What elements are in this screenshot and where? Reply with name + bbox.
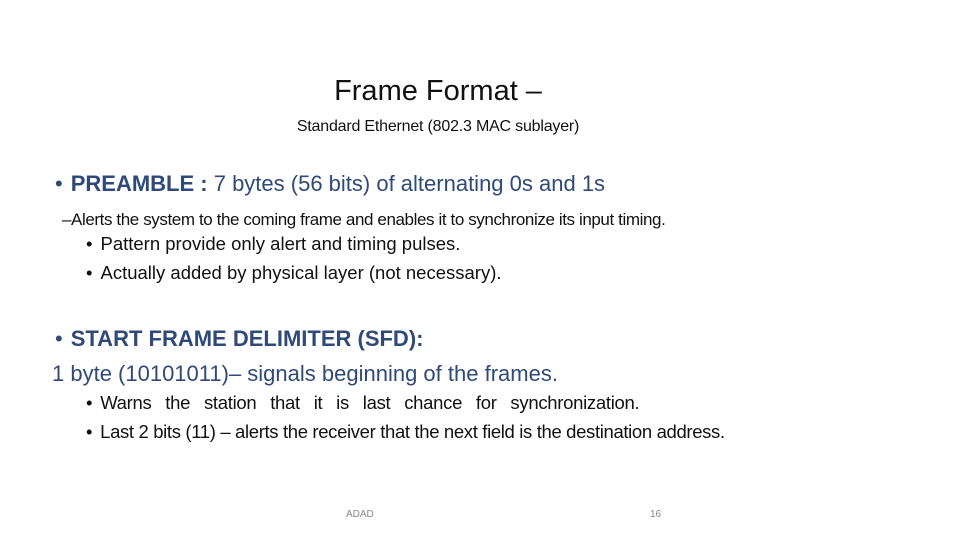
sfd-bullet: • START FRAME DELIMITER (SFD): (55, 326, 423, 352)
sfd-sub-item: • Last 2 bits (11) – alerts the receiver … (86, 421, 725, 443)
bullet-icon: • (86, 392, 93, 413)
preamble-sub-item: • Pattern provide only alert and timing p… (86, 233, 460, 255)
sub-item-text: Warns the station that it is last chance… (100, 392, 640, 413)
sfd-label: START FRAME DELIMITER (SFD): (70, 326, 424, 351)
slide-title: Frame Format – (334, 75, 542, 107)
sfd-sub-item: • Warns the station that it is last chanc… (86, 392, 640, 414)
sfd-text: 1 byte (10101011)– signals beginning of … (52, 361, 558, 386)
preamble-label: PREAMBLE : (70, 171, 208, 196)
preamble-note: –Alerts the system to the coming frame a… (62, 210, 666, 229)
bullet-icon: • (55, 171, 63, 196)
sub-item-text: Last 2 bits (11) – alerts the receiver t… (100, 421, 725, 442)
preamble-bullet: • PREAMBLE : 7 bytes (56 bits) of alterna… (55, 171, 605, 197)
bullet-icon: • (86, 262, 93, 283)
sub-item-text: Actually added by physical layer (not ne… (100, 262, 502, 283)
slide-subtitle: Standard Ethernet (802.3 MAC sublayer) (296, 118, 580, 135)
preamble-text: 7 bytes (56 bits) of alternating 0s and … (213, 171, 606, 196)
bullet-icon: • (86, 421, 93, 442)
bullet-icon: • (55, 326, 63, 351)
sub-item-text: Pattern provide only alert and timing pu… (100, 233, 461, 254)
bullet-icon: • (86, 233, 93, 254)
preamble-sub-item: • Actually added by physical layer (not n… (86, 262, 502, 284)
footer-text: ADAD (346, 509, 374, 520)
page-number: 16 (650, 509, 662, 520)
